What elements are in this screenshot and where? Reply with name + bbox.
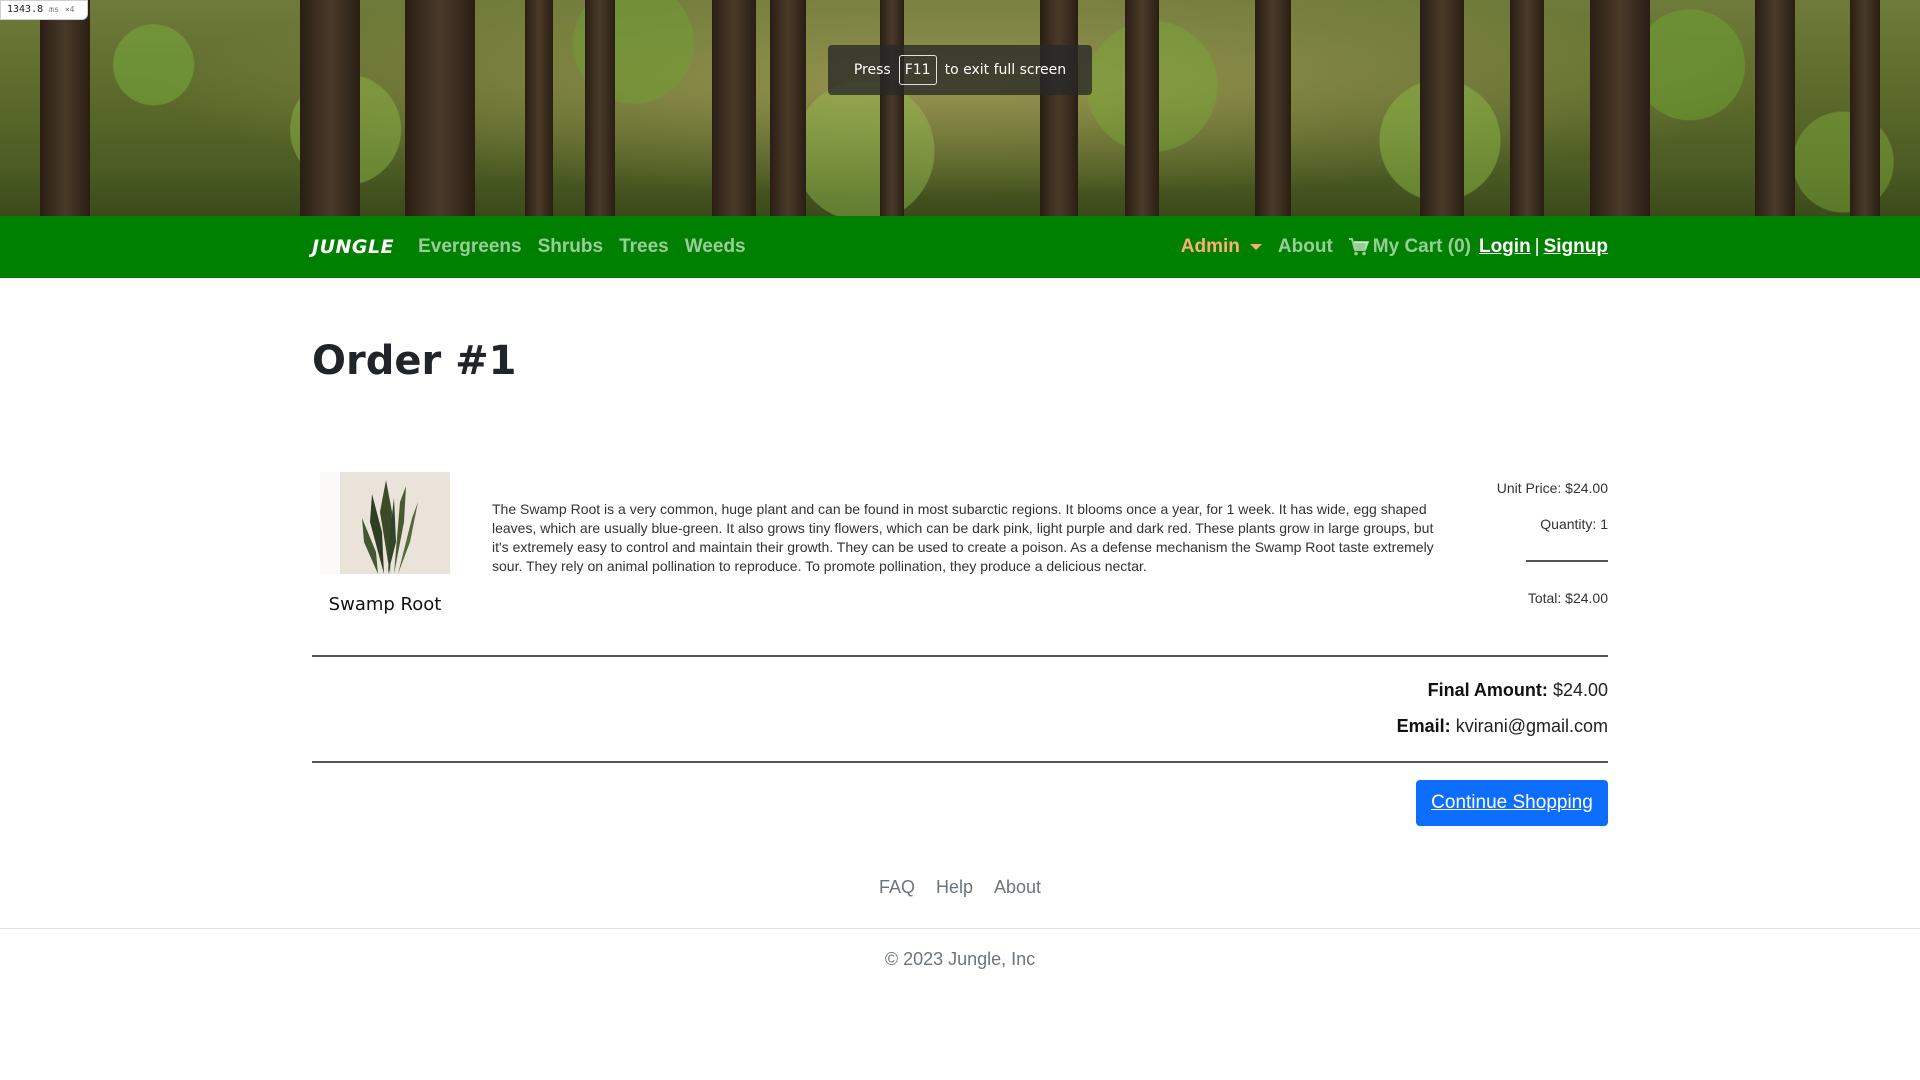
line-total: Total: $24.00 [1527,590,1608,606]
perf-unit: ms [49,5,59,14]
signup-link[interactable]: Signup [1544,236,1608,258]
footer-link-about[interactable]: About [994,877,1041,897]
admin-dropdown[interactable]: Admin [1181,236,1262,258]
toast-press: Press [853,62,891,78]
tree-trunk [1590,0,1650,216]
cart-label: My Cart (0) [1372,236,1471,257]
perf-badge: 1343.8 ms ×4 [0,0,88,20]
navbar-inner: JUNGLE Evergreens Shrubs Trees Weeds Adm… [312,216,1608,278]
footer-links: FAQ Help About [0,877,1920,898]
copyright: © 2023 Jungle, Inc [884,949,1036,969]
tree-trunk [585,0,615,216]
email-label: Email: [1396,716,1451,736]
nav-link-evergreens[interactable]: Evergreens [418,236,522,258]
fullscreen-toast: Press F11 to exit full screen [828,45,1092,95]
login-link[interactable]: Login [1479,236,1531,258]
toast-rest: to exit full screen [944,62,1067,78]
line-item-pricing: Unit Price: $24.00 Quantity: 1 Total: $2… [1450,478,1608,608]
divider-top [312,655,1608,657]
tree-trunk [525,0,553,216]
tree-trunk [1125,0,1159,216]
page-title: Order #1 [312,338,517,384]
cart-link[interactable]: My Cart (0) [1348,236,1471,258]
divider-bottom [312,761,1608,763]
pricing-divider [1526,560,1608,562]
snake-plant-image [320,472,450,574]
final-amount: Final Amount: $24.00 [312,680,1608,701]
auth-separator: | [1534,236,1540,257]
tree-trunk [1850,0,1880,216]
tree-trunk [770,0,806,216]
nav-link-weeds[interactable]: Weeds [685,236,746,258]
product-name: Swamp Root [328,594,442,615]
nav-link-about[interactable]: About [1278,236,1333,258]
tree-trunk [1755,0,1795,216]
tree-trunk [880,0,904,216]
perf-value: 1343.8 [7,4,44,15]
toast-key: F11 [898,55,937,85]
product-description: The Swamp Root is a very common, huge pl… [492,501,1434,574]
tree-trunk [1510,0,1544,216]
footer-divider [0,928,1920,929]
brand-logo[interactable]: JUNGLE [312,236,394,258]
chevron-down-icon [1249,244,1262,250]
tree-trunk [405,0,475,216]
final-amount-value: $24.00 [1552,680,1608,700]
tree-trunk [1420,0,1464,216]
product-image [320,472,450,574]
tree-trunk [300,0,360,216]
email-value: kvirani@gmail.com [1455,716,1608,736]
hero-banner: 1343.8 ms ×4 Press F11 to exit full scre… [0,0,1920,216]
unit-price: Unit Price: $24.00 [1496,480,1608,496]
nav-link-trees[interactable]: Trees [619,236,669,258]
footer-link-help[interactable]: Help [936,877,973,897]
admin-label: Admin [1180,236,1240,257]
navbar: JUNGLE Evergreens Shrubs Trees Weeds Adm… [0,216,1920,278]
perf-multiplier: ×4 [64,5,75,14]
nav-link-shrubs[interactable]: Shrubs [538,236,603,258]
tree-trunk [1040,0,1078,216]
footer-link-faq[interactable]: FAQ [879,877,915,897]
order-email: Email: kvirani@gmail.com [312,716,1608,737]
quantity: Quantity: 1 [1540,516,1608,532]
navbar-right: Admin About My Cart (0) Login | Signup [1181,236,1608,258]
tree-trunk [712,0,756,216]
tree-trunk [1255,0,1291,216]
cart-icon [1348,238,1369,256]
final-amount-label: Final Amount: [1427,680,1548,700]
continue-shopping-button[interactable]: Continue Shopping [1416,780,1608,826]
tree-trunk [40,0,90,216]
